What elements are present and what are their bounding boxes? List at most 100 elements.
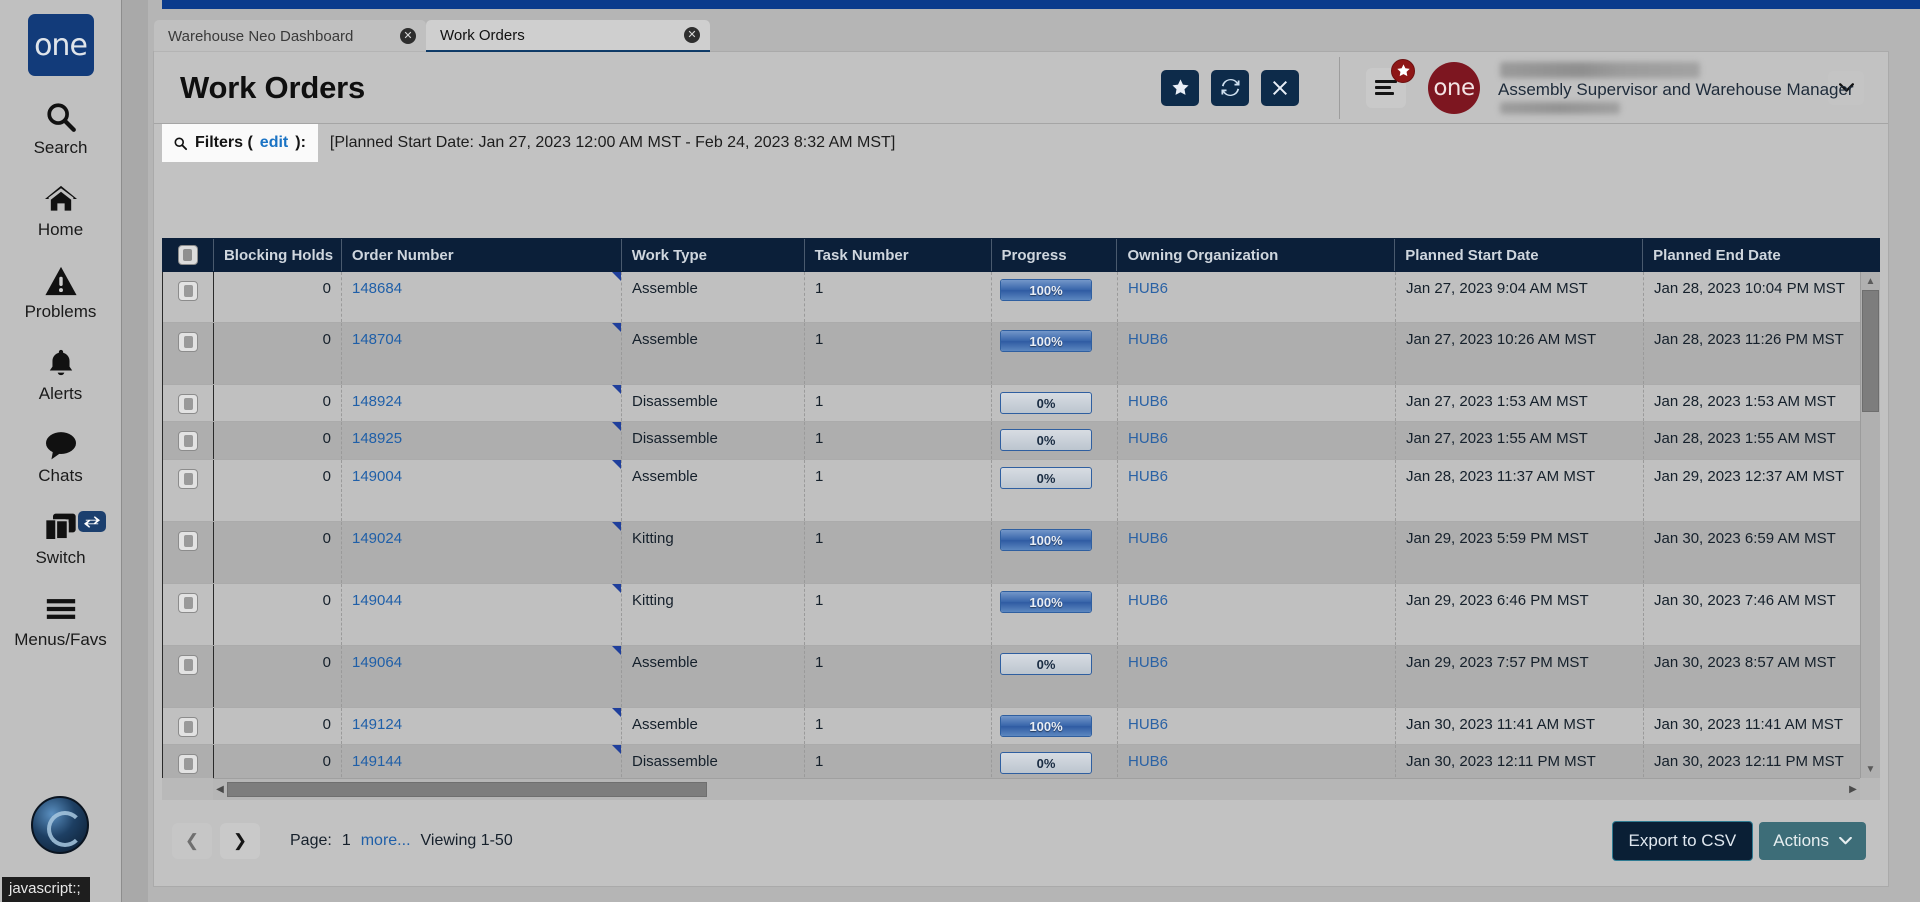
actions-dropdown-button[interactable]: Actions bbox=[1759, 822, 1866, 860]
close-circle-icon[interactable]: ✕ bbox=[400, 28, 416, 44]
scroll-down-arrow-icon[interactable]: ▼ bbox=[1861, 760, 1880, 778]
table-row[interactable]: 0149024Kitting1100%HUB6Jan 29, 2023 5:59… bbox=[163, 522, 1880, 584]
order-number-link[interactable]: 148925 bbox=[352, 430, 402, 447]
row-menu-corner-flag-icon[interactable] bbox=[612, 385, 621, 394]
row-select-cell[interactable] bbox=[163, 522, 214, 583]
sidebar-item-alerts[interactable]: Alerts bbox=[0, 343, 122, 404]
column-header-owning-organization[interactable]: Owning Organization bbox=[1117, 239, 1395, 271]
row-select-cell[interactable] bbox=[163, 646, 214, 707]
column-header-task-number[interactable]: Task Number bbox=[805, 239, 992, 271]
column-header-planned-start-date[interactable]: Planned Start Date bbox=[1395, 239, 1643, 271]
table-row[interactable]: 0149064Assemble10%HUB6Jan 29, 2023 7:57 … bbox=[163, 646, 1880, 708]
order-number-link[interactable]: 149064 bbox=[352, 654, 402, 671]
table-row[interactable]: 0149044Kitting1100%HUB6Jan 29, 2023 6:46… bbox=[163, 584, 1880, 646]
row-checkbox[interactable] bbox=[178, 531, 198, 551]
column-header-work-type[interactable]: Work Type bbox=[622, 239, 805, 271]
refresh-button[interactable] bbox=[1211, 70, 1249, 106]
select-all-checkbox[interactable] bbox=[178, 245, 198, 265]
column-header-order-number[interactable]: Order Number bbox=[342, 239, 622, 271]
horizontal-scroll-track[interactable] bbox=[227, 782, 1846, 797]
row-checkbox[interactable] bbox=[178, 717, 198, 737]
owning-organization-link[interactable]: HUB6 bbox=[1128, 430, 1168, 447]
row-checkbox[interactable] bbox=[178, 469, 198, 489]
sidebar-item-problems[interactable]: Problems bbox=[0, 261, 122, 322]
sidebar-item-search[interactable]: Search bbox=[0, 97, 122, 158]
vertical-scroll-thumb[interactable] bbox=[1862, 290, 1879, 412]
tab-warehouse-neo-dashboard[interactable]: Warehouse Neo Dashboard ✕ bbox=[154, 20, 426, 52]
horizontal-scroll-thumb[interactable] bbox=[227, 782, 707, 797]
app-logo[interactable]: one bbox=[28, 14, 94, 76]
user-info-block[interactable]: Assembly Supervisor and Warehouse Manage… bbox=[1492, 60, 1822, 116]
next-page-button[interactable]: ❯ bbox=[220, 823, 260, 859]
cell-owning-organization[interactable]: HUB6 bbox=[1118, 385, 1396, 421]
cell-order-number[interactable]: 148924 bbox=[342, 385, 622, 421]
cell-order-number[interactable]: 148925 bbox=[342, 422, 622, 459]
table-row[interactable]: 0148924Disassemble10%HUB6Jan 27, 2023 1:… bbox=[163, 385, 1880, 422]
cell-order-number[interactable]: 149024 bbox=[342, 522, 622, 583]
cell-owning-organization[interactable]: HUB6 bbox=[1118, 745, 1396, 778]
swap-arrows-icon[interactable] bbox=[78, 511, 106, 532]
row-menu-corner-flag-icon[interactable] bbox=[612, 522, 621, 531]
row-select-cell[interactable] bbox=[163, 460, 214, 521]
owning-organization-link[interactable]: HUB6 bbox=[1128, 654, 1168, 671]
row-menu-corner-flag-icon[interactable] bbox=[612, 646, 621, 655]
table-row[interactable]: 0148925Disassemble10%HUB6Jan 27, 2023 1:… bbox=[163, 422, 1880, 460]
cell-order-number[interactable]: 149004 bbox=[342, 460, 622, 521]
order-number-link[interactable]: 149004 bbox=[352, 468, 402, 485]
row-select-cell[interactable] bbox=[163, 584, 214, 645]
owning-organization-link[interactable]: HUB6 bbox=[1128, 468, 1168, 485]
brand-avatar[interactable]: one bbox=[1428, 62, 1480, 114]
cell-owning-organization[interactable]: HUB6 bbox=[1118, 272, 1396, 322]
cell-owning-organization[interactable]: HUB6 bbox=[1118, 323, 1396, 384]
filters-chip[interactable]: Filters ( edit ): bbox=[162, 124, 318, 162]
column-header-blocking-holds[interactable]: Blocking Holds bbox=[214, 239, 342, 271]
grid-horizontal-scrollbar[interactable]: ◀ ▶ bbox=[213, 778, 1860, 800]
cell-owning-organization[interactable]: HUB6 bbox=[1118, 422, 1396, 459]
previous-page-button[interactable]: ❮ bbox=[172, 823, 212, 859]
row-select-cell[interactable] bbox=[163, 385, 214, 421]
owning-organization-link[interactable]: HUB6 bbox=[1128, 530, 1168, 547]
owning-organization-link[interactable]: HUB6 bbox=[1128, 592, 1168, 609]
row-menu-corner-flag-icon[interactable] bbox=[612, 323, 621, 332]
cell-owning-organization[interactable]: HUB6 bbox=[1118, 522, 1396, 583]
row-checkbox[interactable] bbox=[178, 754, 198, 774]
row-checkbox[interactable] bbox=[178, 593, 198, 613]
favorite-button[interactable] bbox=[1161, 70, 1199, 106]
row-select-cell[interactable] bbox=[163, 708, 214, 744]
more-pages-link[interactable]: more... bbox=[361, 832, 411, 850]
row-checkbox[interactable] bbox=[178, 431, 198, 451]
order-number-link[interactable]: 149144 bbox=[352, 753, 402, 770]
order-number-link[interactable]: 149044 bbox=[352, 592, 402, 609]
avatar[interactable] bbox=[31, 796, 89, 854]
order-number-link[interactable]: 149024 bbox=[352, 530, 402, 547]
cell-owning-organization[interactable]: HUB6 bbox=[1118, 646, 1396, 707]
grid-vertical-scrollbar[interactable]: ▲ ▼ bbox=[1860, 272, 1880, 778]
close-circle-icon[interactable]: ✕ bbox=[684, 27, 700, 43]
scroll-up-arrow-icon[interactable]: ▲ bbox=[1861, 272, 1880, 290]
row-menu-corner-flag-icon[interactable] bbox=[612, 745, 621, 754]
row-menu-corner-flag-icon[interactable] bbox=[612, 272, 621, 281]
cell-order-number[interactable]: 149064 bbox=[342, 646, 622, 707]
table-row[interactable]: 0148704Assemble1100%HUB6Jan 27, 2023 10:… bbox=[163, 323, 1880, 385]
order-number-link[interactable]: 148704 bbox=[352, 331, 402, 348]
cell-order-number[interactable]: 148704 bbox=[342, 323, 622, 384]
scroll-right-arrow-icon[interactable]: ▶ bbox=[1846, 784, 1860, 795]
row-checkbox[interactable] bbox=[178, 281, 198, 301]
owning-organization-link[interactable]: HUB6 bbox=[1128, 753, 1168, 770]
filters-edit-link[interactable]: edit bbox=[260, 134, 288, 152]
row-select-cell[interactable] bbox=[163, 745, 214, 778]
row-select-cell[interactable] bbox=[163, 323, 214, 384]
owning-organization-link[interactable]: HUB6 bbox=[1128, 393, 1168, 410]
row-menu-corner-flag-icon[interactable] bbox=[612, 584, 621, 593]
row-select-cell[interactable] bbox=[163, 422, 214, 459]
scroll-left-arrow-icon[interactable]: ◀ bbox=[213, 784, 227, 795]
order-number-link[interactable]: 148684 bbox=[352, 280, 402, 297]
cell-owning-organization[interactable]: HUB6 bbox=[1118, 460, 1396, 521]
tab-work-orders[interactable]: Work Orders ✕ bbox=[426, 20, 710, 52]
sidebar-item-home[interactable]: Home bbox=[0, 179, 122, 240]
cell-order-number[interactable]: 149144 bbox=[342, 745, 622, 778]
owning-organization-link[interactable]: HUB6 bbox=[1128, 280, 1168, 297]
row-checkbox[interactable] bbox=[178, 394, 198, 414]
select-all-header-cell[interactable] bbox=[163, 239, 214, 271]
row-select-cell[interactable] bbox=[163, 272, 214, 322]
